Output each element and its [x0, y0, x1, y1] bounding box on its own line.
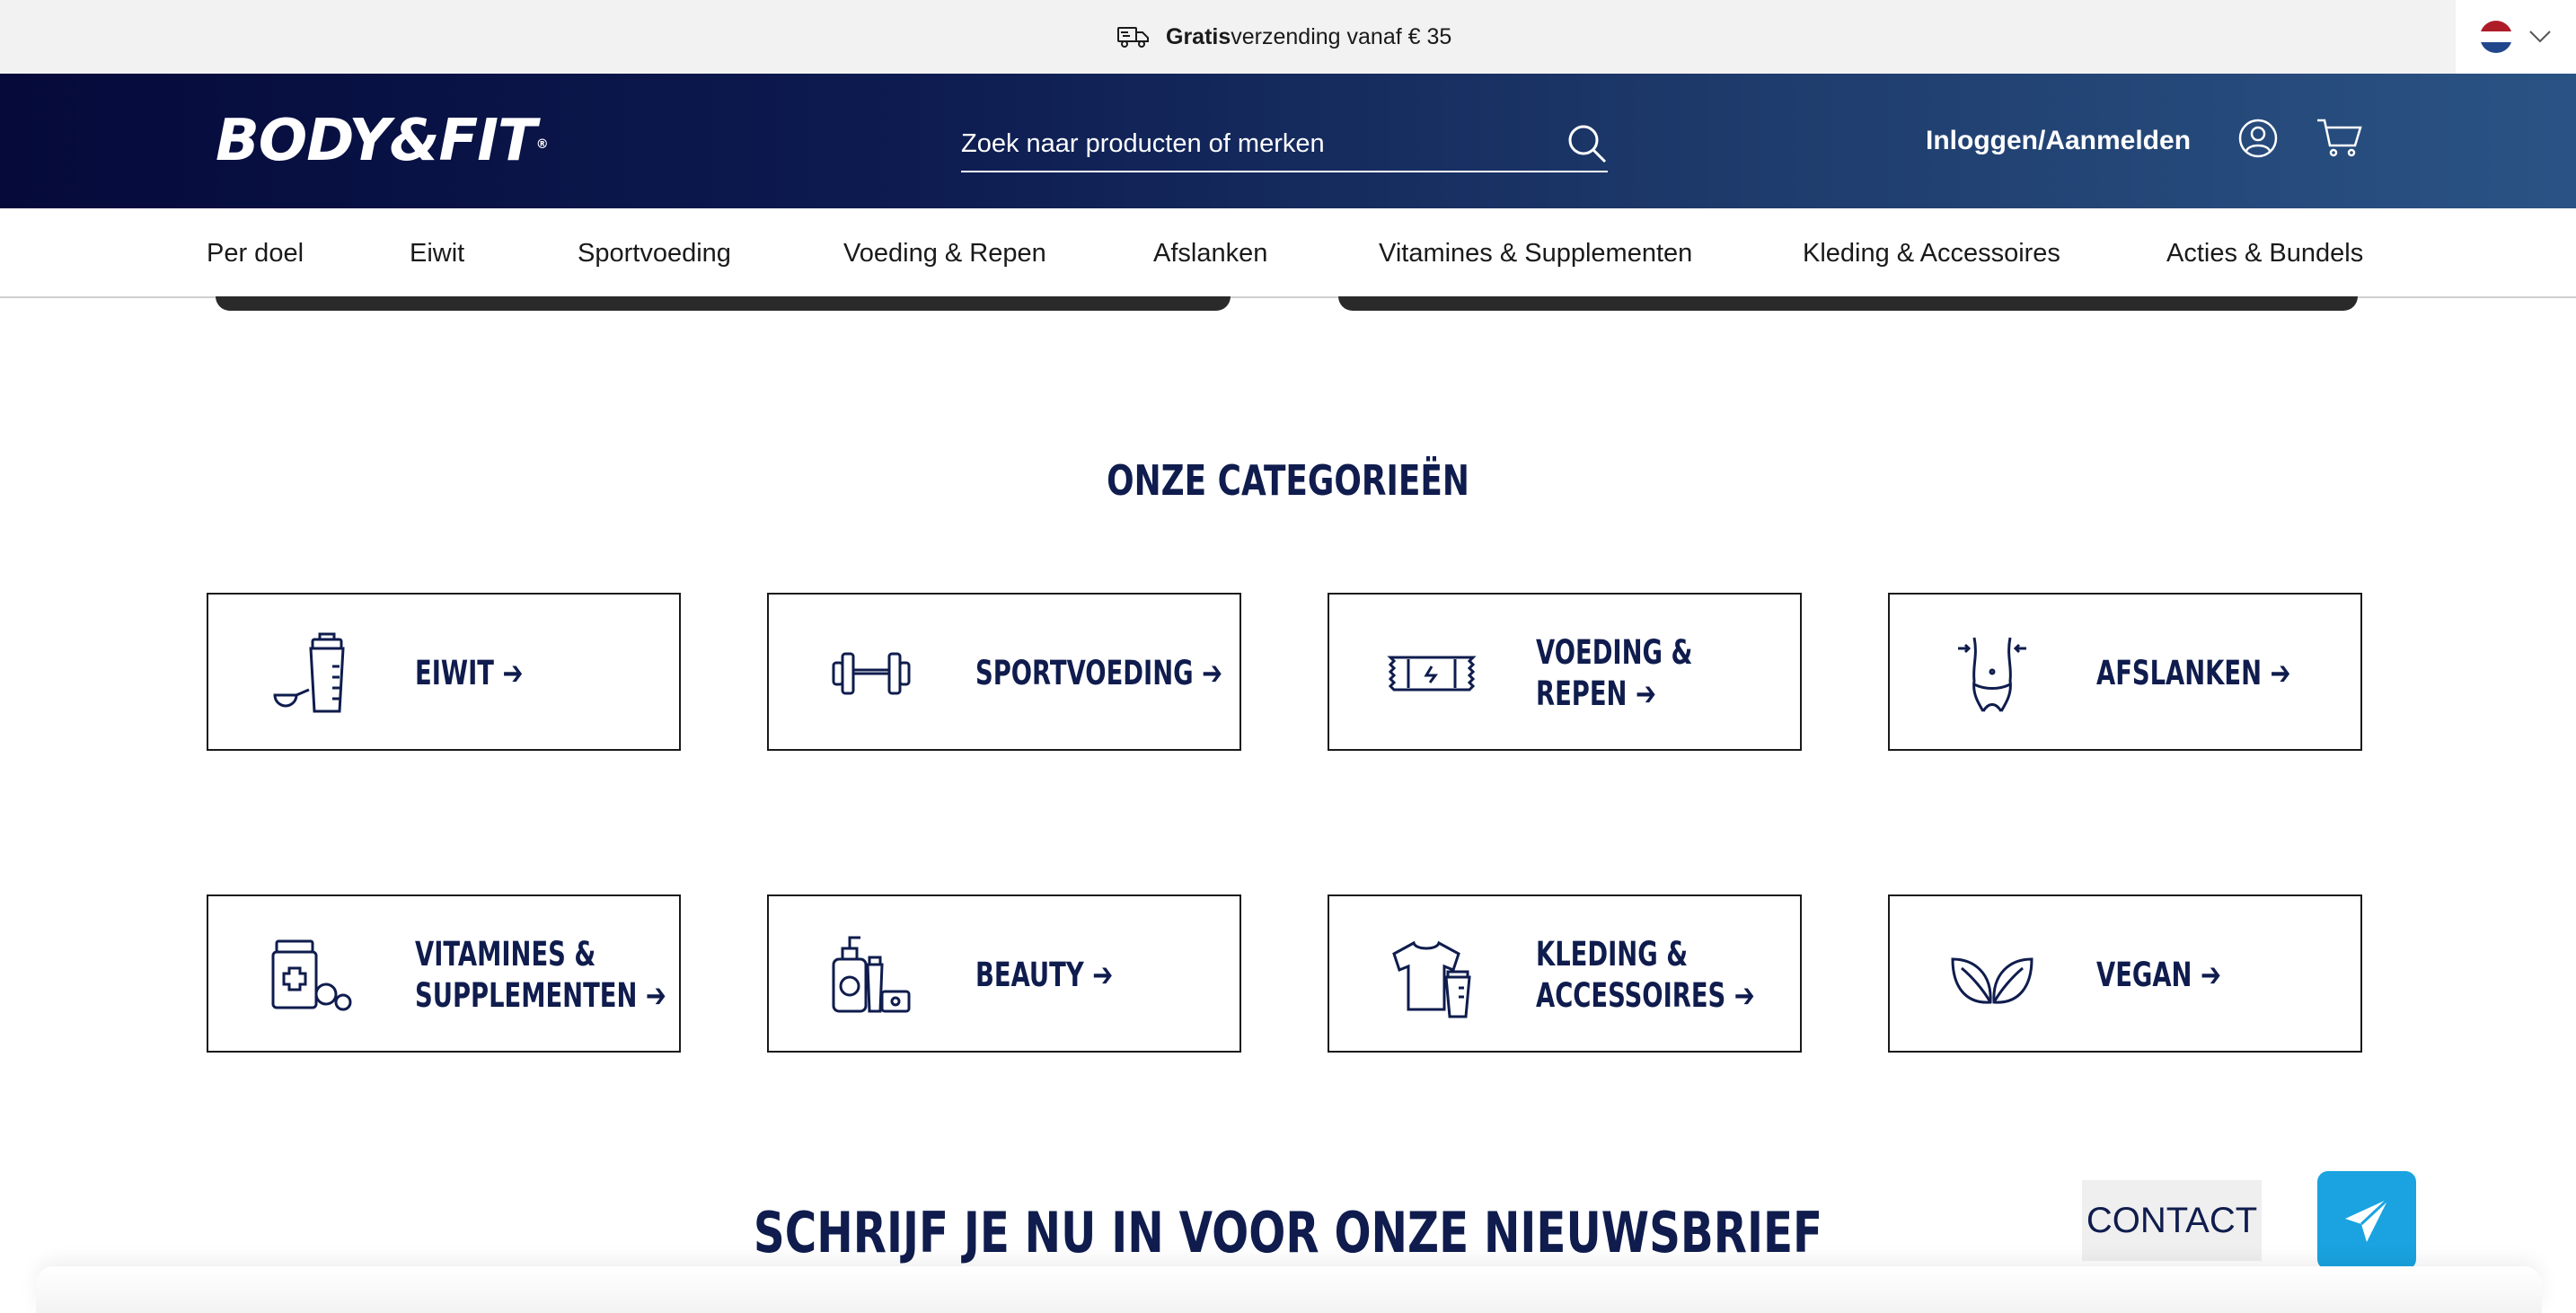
category-label: SPORTVOEDING ➔	[975, 654, 1223, 692]
logo-text: BODY&FIT	[216, 108, 537, 174]
logo[interactable]: BODY&FIT®	[216, 108, 549, 174]
netherlands-flag-icon	[2480, 21, 2512, 53]
contact-button[interactable]: CONTACT	[2082, 1180, 2262, 1261]
pills-icon	[266, 932, 356, 1018]
nav-item-sportvoeding[interactable]: Sportvoeding	[578, 208, 731, 298]
banner-image-right[interactable]	[1338, 296, 2358, 311]
shaker-icon	[266, 630, 356, 717]
promo-message: Gratisverzending vanaf € 35	[1117, 0, 1451, 74]
waist-icon	[1947, 630, 2037, 717]
shirt-icon	[1387, 932, 1477, 1018]
category-label: VITAMINES & SUPPLEMENTEN ➔	[415, 935, 666, 1015]
category-card-afslanken[interactable]: AFSLANKEN ➔	[1888, 593, 2362, 751]
nav-item-per-doel[interactable]: Per doel	[207, 208, 304, 298]
category-label: BEAUTY ➔	[975, 956, 1114, 994]
login-link[interactable]: Inloggen/Aanmelden	[1926, 74, 2191, 208]
leaf-icon	[1947, 932, 2037, 1018]
cosmetics-icon	[826, 932, 916, 1018]
category-card-sportvoeding[interactable]: SPORTVOEDING ➔	[767, 593, 1241, 751]
newsletter-title: SCHRIJF JE NU IN VOOR ONZE NIEUWSBRIEF	[753, 1200, 1823, 1265]
search-input[interactable]	[961, 128, 1500, 159]
cart-icon[interactable]	[2316, 117, 2362, 158]
paper-plane-icon	[2345, 1197, 2390, 1242]
nav-item-afslanken[interactable]: Afslanken	[1153, 208, 1267, 298]
category-label: AFSLANKEN ➔	[2096, 654, 2291, 692]
category-label: VOEDING & REPEN ➔	[1536, 633, 1693, 713]
nav-item-eiwit[interactable]: Eiwit	[410, 208, 464, 298]
category-label: EIWIT ➔	[415, 654, 524, 692]
user-icon[interactable]	[2238, 119, 2278, 158]
categories-title: ONZE CATEGORIEËN	[1107, 456, 1469, 505]
category-card-vitamines[interactable]: VITAMINES & SUPPLEMENTEN ➔	[207, 894, 681, 1053]
truck-icon	[1117, 25, 1150, 48]
category-card-kleding[interactable]: KLEDING & ACCESSOIRES ➔	[1328, 894, 1802, 1053]
nav-item-voeding-repen[interactable]: Voeding & Repen	[843, 208, 1046, 298]
nav-item-acties[interactable]: Acties & Bundels	[2166, 208, 2363, 298]
category-label: KLEDING & ACCESSOIRES ➔	[1536, 935, 1755, 1015]
banner-image-left[interactable]	[216, 296, 1231, 311]
category-card-beauty[interactable]: BEAUTY ➔	[767, 894, 1241, 1053]
category-label: VEGAN ➔	[2096, 956, 2221, 994]
site-header: BODY&FIT® Inloggen/Aanmelden	[0, 74, 2576, 208]
dumbbell-icon	[826, 630, 916, 717]
search-bar	[961, 117, 1608, 172]
newsletter-panel	[36, 1266, 2542, 1313]
promo-bar: Gratisverzending vanaf € 35	[0, 0, 2576, 74]
main-nav: Per doel Eiwit Sportvoeding Voeding & Re…	[0, 208, 2576, 298]
category-card-voeding-repen[interactable]: VOEDING & REPEN ➔	[1328, 593, 1802, 751]
contact-send-button[interactable]	[2317, 1171, 2416, 1270]
logo-mark: ®	[535, 137, 549, 152]
nav-item-vitamines[interactable]: Vitamines & Supplementen	[1379, 208, 1692, 298]
category-card-eiwit[interactable]: EIWIT ➔	[207, 593, 681, 751]
bar-icon	[1387, 630, 1477, 717]
nav-item-kleding[interactable]: Kleding & Accessoires	[1803, 208, 2060, 298]
promo-text: verzending vanaf € 35	[1231, 23, 1452, 49]
search-icon[interactable]	[1566, 123, 1608, 164]
language-selector[interactable]	[2456, 0, 2576, 74]
category-card-vegan[interactable]: VEGAN ➔	[1888, 894, 2362, 1053]
chevron-down-icon	[2529, 31, 2551, 43]
promo-bold: Gratis	[1166, 23, 1231, 49]
